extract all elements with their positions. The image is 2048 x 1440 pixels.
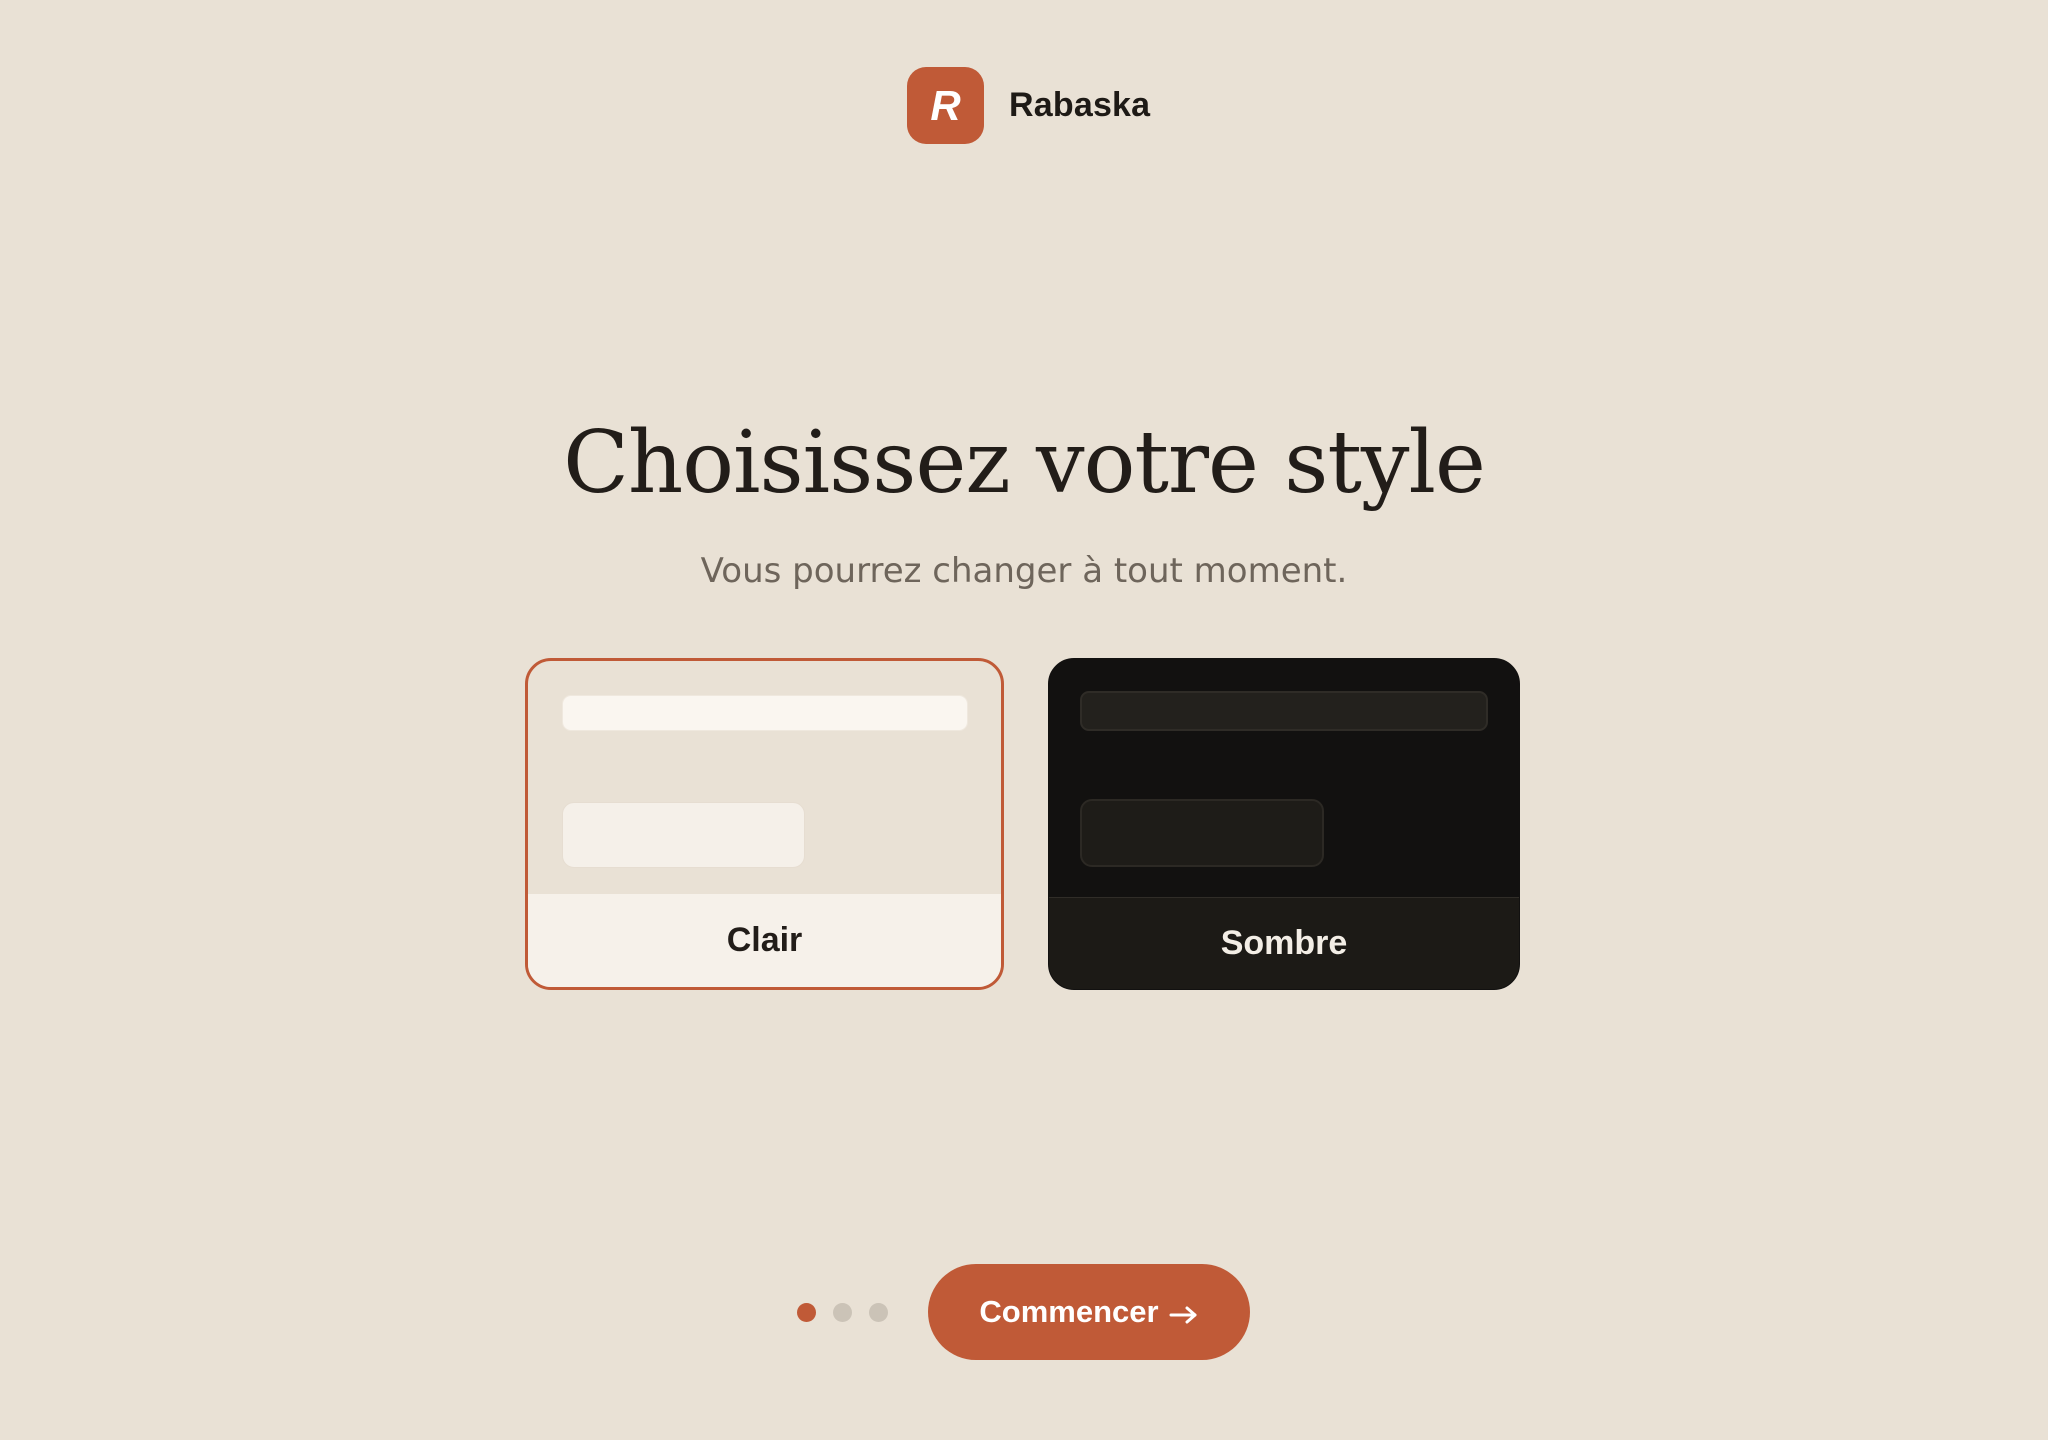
preview-bar-wide <box>562 695 968 731</box>
preview-bar-wide <box>1080 691 1488 731</box>
brand-header: R Rabaska <box>907 67 1150 144</box>
theme-preview-light <box>528 661 1001 901</box>
theme-label-light: Clair <box>528 894 1001 987</box>
preview-bar-small <box>562 802 805 868</box>
start-button-label: Commencer <box>979 1294 1159 1329</box>
arrow-right-icon <box>1169 1306 1197 1324</box>
brand-logo: R <box>907 67 984 144</box>
theme-card-dark[interactable]: Sombre <box>1048 658 1520 990</box>
theme-preview-dark <box>1049 659 1519 899</box>
preview-bar-small <box>1080 799 1324 867</box>
page-title: Choisissez votre style <box>563 413 1486 513</box>
start-button[interactable]: Commencer <box>928 1264 1250 1360</box>
theme-card-light[interactable]: Clair <box>525 658 1004 990</box>
theme-label-dark: Sombre <box>1049 897 1519 989</box>
progress-dots <box>797 1302 905 1322</box>
page-subtitle: Vous pourrez changer à tout moment. <box>700 551 1348 591</box>
brand-name: Rabaska <box>1009 86 1151 124</box>
brand-logo-letter: R <box>930 81 961 129</box>
progress-dot-1 <box>797 1302 816 1322</box>
progress-dot-2 <box>833 1302 852 1322</box>
progress-dot-3 <box>869 1302 888 1322</box>
